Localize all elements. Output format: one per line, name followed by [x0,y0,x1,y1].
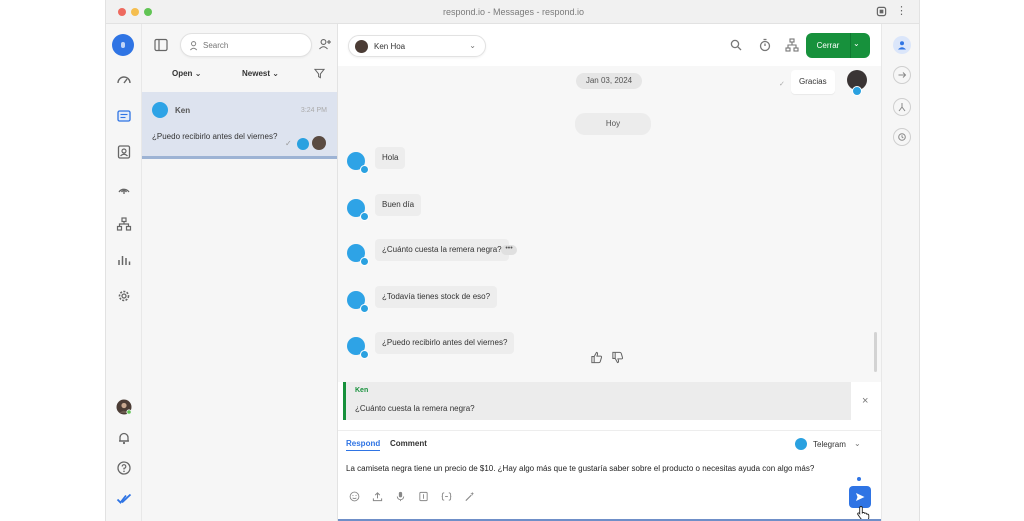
telegram-channel-icon [297,138,309,150]
search-input[interactable] [203,38,303,53]
user-avatar[interactable] [114,397,134,417]
sort-dropdown[interactable]: Newest ⌄ [242,69,279,78]
broadcast-icon[interactable] [114,178,134,198]
typing-indicator-dot [857,477,861,481]
right-side-rail [881,24,919,521]
message-scrollbar[interactable] [874,332,877,372]
incoming-message-bubble: ¿Todavía tienes stock de eso? [375,286,498,308]
quote-author: Ken [355,387,369,394]
incoming-message-bubble: Hola [375,147,406,169]
telegram-channel-icon [360,350,369,359]
add-contact-icon[interactable] [318,37,332,51]
notifications-bell-icon[interactable] [114,428,134,448]
thumbs-up-icon[interactable] [590,351,603,364]
chevron-down-icon[interactable]: ⌄ [854,439,861,448]
workflows-icon[interactable] [114,214,134,234]
incoming-message-bubble: Buen día [375,194,422,216]
telegram-channel-icon [360,165,369,174]
settings-gear-icon[interactable] [114,286,134,306]
snooze-timer-icon[interactable] [758,38,772,52]
close-conversation-label: Cerrar [816,41,840,50]
reports-icon[interactable] [114,250,134,270]
chat-panel: Ken Hoa ⌄ Cerrar ⌄ Jan 03, 2024 ✓ Gracia… [338,24,881,521]
status-filter-label: Open [172,69,193,78]
snippets-icon[interactable] [418,491,429,502]
contact-selector[interactable]: Ken Hoa ⌄ [348,35,486,57]
tab-comment[interactable]: Comment [390,439,427,448]
assignee-avatar [312,136,326,150]
history-icon[interactable] [893,128,911,146]
conversation-timestamp: 3:24 PM [300,107,327,114]
chat-header: Ken Hoa ⌄ Cerrar ⌄ [338,24,881,66]
close-conversation-button[interactable]: Cerrar ⌄ [806,33,870,58]
page: respond.io - Messages - respond.io ⋮ Sea… [0,0,1024,521]
quote-text: ¿Cuánto cuesta la remera negra? [355,404,475,413]
telegram-channel-icon [360,257,369,266]
date-separator-today: Hoy [575,113,651,135]
conversation-preview: ¿Puedo recibirlo antes del viernes? [152,132,278,141]
panel-toggle-icon[interactable] [154,38,168,52]
tab-respond[interactable]: Respond [346,439,381,451]
merge-icon[interactable] [893,98,911,116]
channel-selector-label[interactable]: Telegram [813,440,846,449]
dashboard-icon[interactable] [114,70,134,90]
reply-quote-preview: Ken ¿Cuánto cuesta la remera negra? [343,382,851,420]
extension-icon[interactable] [876,6,887,17]
variables-icon[interactable] [441,491,452,502]
telegram-channel-icon [360,304,369,313]
close-reply-icon[interactable]: × [862,396,868,407]
search-box[interactable] [180,33,312,57]
incoming-message-bubble: ¿Cuánto cuesta la remera negra? [375,239,509,261]
contact-name: Ken Hoa [374,42,406,51]
transfer-icon[interactable] [893,66,911,84]
chevron-down-icon: ⌄ [272,69,279,78]
conversation-list-panel: Open ⌄ Newest ⌄ Ken 3:24 PM ¿Puedo recib… [142,24,338,521]
message-input[interactable]: La camiseta negra tiene un precio de $10… [346,464,814,473]
more-vertical-icon[interactable]: ⋮ [896,5,907,17]
status-filter-dropdown[interactable]: Open ⌄ [172,69,201,78]
chevron-down-icon: ⌄ [469,41,476,50]
search-contacts-icon [189,41,198,51]
search-icon[interactable] [729,38,743,52]
incoming-message-bubble: ¿Puedo recibirlo antes del viernes? [375,332,515,354]
window-title: respond.io - Messages - respond.io [442,7,585,17]
message-options-icon[interactable]: ••• [501,245,517,255]
left-nav-rail [106,24,142,521]
messages-icon[interactable] [114,106,134,126]
filter-funnel-icon[interactable] [314,68,325,79]
delivered-check-icon: ✓ [779,81,785,88]
button-divider [850,33,851,58]
respond-logo-icon [114,489,134,509]
contact-avatar [152,102,168,118]
ai-assist-icon[interactable] [464,491,475,502]
date-separator: Jan 03, 2024 [576,73,642,89]
help-icon[interactable] [114,458,134,478]
telegram-channel-icon [360,212,369,221]
app-window: respond.io - Messages - respond.io ⋮ Sea… [105,0,920,521]
emoji-icon[interactable] [349,491,360,502]
workflow-icon[interactable] [785,38,799,52]
upload-icon[interactable] [372,491,383,502]
contact-avatar [355,40,368,53]
title-bar: respond.io - Messages - respond.io ⋮ [106,0,919,24]
conversation-list-item[interactable]: Ken 3:24 PM ¿Puedo recibirlo antes del v… [142,92,337,159]
chevron-down-icon: ⌄ [194,69,202,78]
workspace-avatar[interactable] [112,34,134,56]
message-composer: Respond Comment Telegram ⌄ La camiseta n… [338,430,881,521]
telegram-channel-icon [852,86,862,96]
conversation-contact-name: Ken [175,106,191,115]
chevron-down-icon[interactable]: ⌄ [853,39,860,48]
microphone-icon[interactable] [395,491,406,502]
contacts-icon[interactable] [114,142,134,162]
sort-label: Newest [242,69,271,78]
read-check-icon: ✓ [285,139,292,148]
send-icon [856,493,865,501]
message-thread: Jan 03, 2024 ✓ Gracias Hoy Hola Buen día… [338,66,881,382]
thumbs-down-icon[interactable] [611,351,624,364]
contact-details-icon[interactable] [893,36,911,54]
telegram-channel-icon [795,438,807,450]
outgoing-message-bubble: Gracias [791,70,835,94]
